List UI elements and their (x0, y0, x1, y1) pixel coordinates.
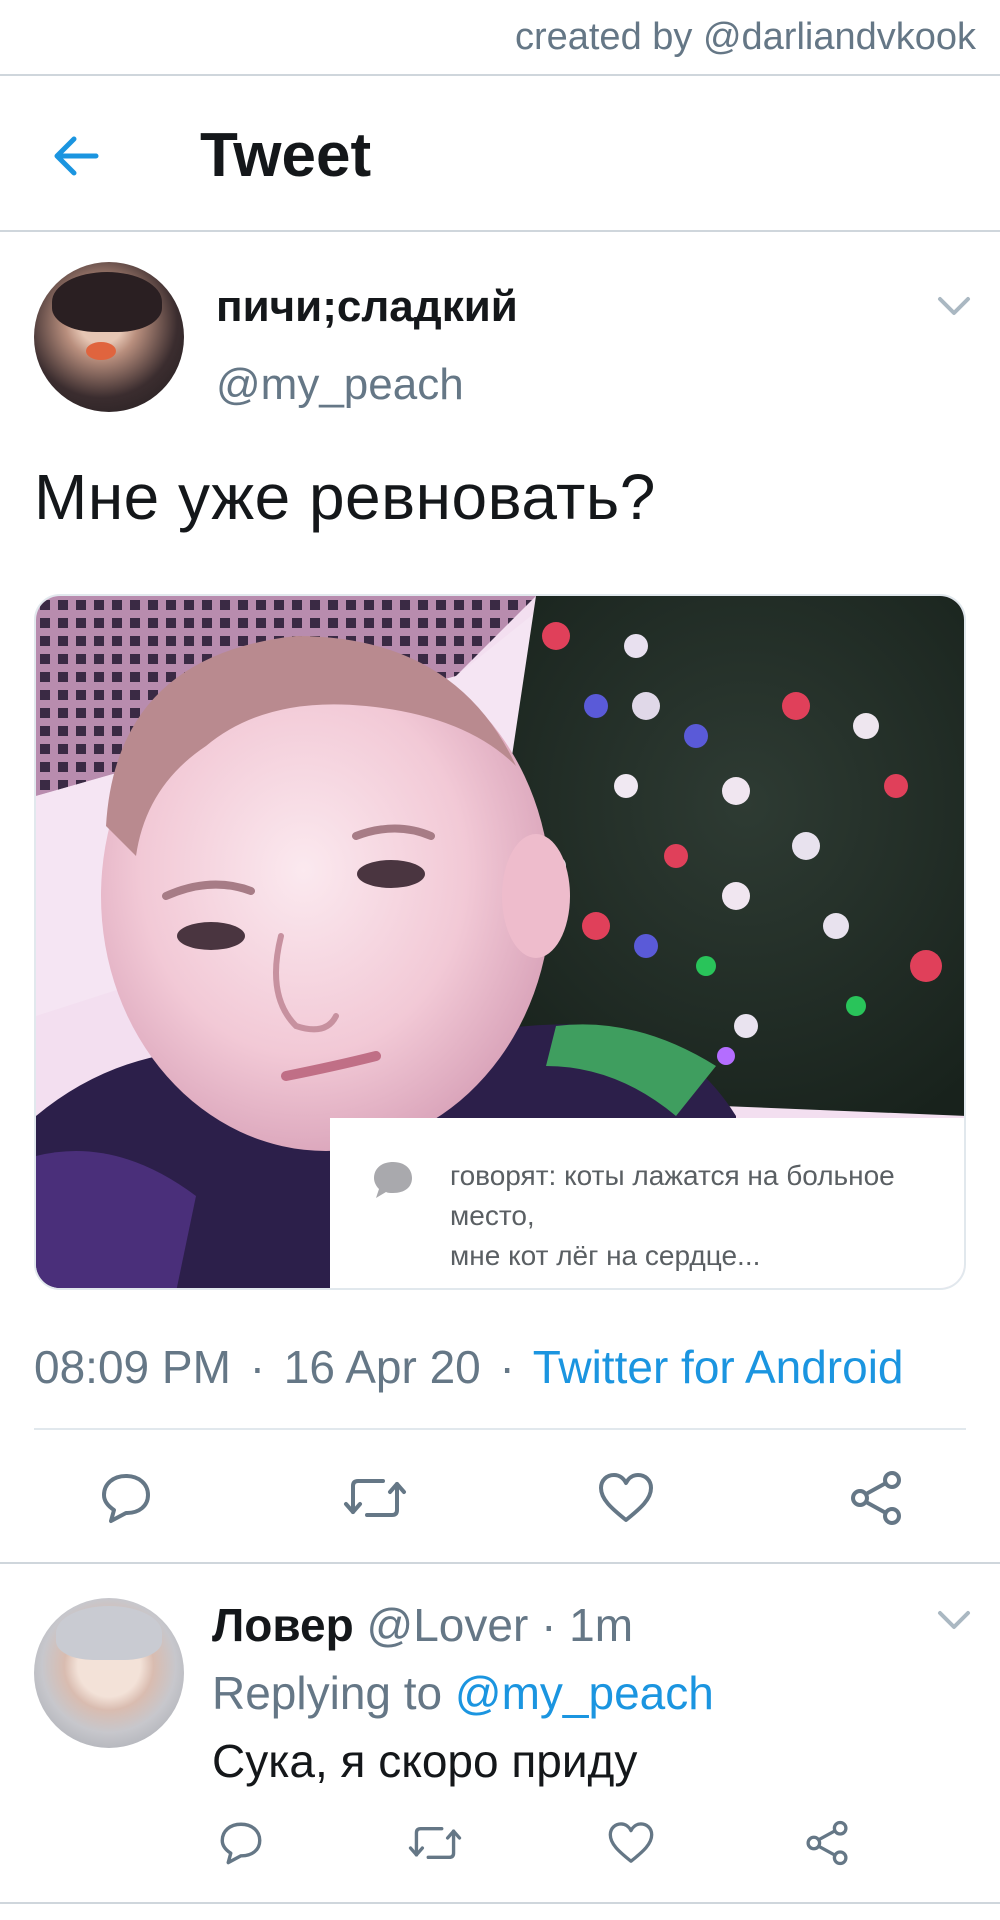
tweet-media-image[interactable]: говорят: коты лажатся на больное место, … (34, 594, 966, 1290)
page-title: Tweet (200, 121, 372, 190)
quote-line: место, (450, 1200, 535, 1231)
reply-text: Сука, я скоро приду (212, 1735, 638, 1787)
tweet-text: Мне уже ревновать? (34, 461, 656, 533)
tweet-time: 08:09 PM (34, 1341, 231, 1393)
credit-bar: created by @darliandvkook (0, 0, 1000, 76)
quote-line: мне кот лёг на сердце... (450, 1240, 761, 1271)
quote-overlay-card: говорят: коты лажатся на больное место, … (330, 1118, 964, 1288)
retweet-icon (408, 1826, 462, 1860)
share-button[interactable] (844, 1466, 908, 1530)
reply-like-button[interactable] (602, 1814, 660, 1872)
chevron-down-icon (938, 297, 970, 315)
reply-handle[interactable]: @Lover (367, 1599, 529, 1651)
chevron-down-icon (938, 1611, 970, 1629)
replying-prefix: Replying to (212, 1667, 443, 1719)
separator-dot: · (499, 1341, 515, 1393)
quote-text: говорят: коты лажатся на больное место, … (450, 1156, 955, 1276)
speech-bubble-icon (370, 1158, 416, 1202)
replying-to: Replying to @my_peach (212, 1666, 714, 1720)
share-icon (851, 1471, 901, 1525)
like-button[interactable] (594, 1466, 658, 1530)
reply-retweet-button[interactable] (404, 1814, 466, 1872)
divider (34, 1428, 966, 1430)
reply-author-avatar[interactable] (34, 1598, 184, 1748)
replying-to-mention[interactable]: @my_peach (455, 1667, 714, 1719)
separator-dot: · (249, 1341, 266, 1393)
tweet-source-link[interactable]: Twitter for Android (533, 1341, 904, 1393)
arrow-left-icon (54, 136, 99, 176)
quote-line: говорят: коты лажатся на больное (450, 1160, 895, 1191)
tweet-metadata: 08:09 PM · 16 Apr 20 · Twitter for Andro… (34, 1340, 904, 1394)
retweet-button[interactable] (340, 1466, 410, 1530)
share-icon (806, 1820, 848, 1866)
like-icon (599, 1473, 653, 1522)
reply-reply-button[interactable] (212, 1814, 270, 1872)
reply-share-button[interactable] (798, 1814, 856, 1872)
author-avatar[interactable] (34, 262, 184, 412)
top-app-bar: Tweet (0, 76, 1000, 232)
reply-icon (220, 1822, 262, 1865)
tweet-options-button[interactable] (930, 286, 978, 326)
reply-time: 1m (569, 1599, 634, 1651)
retweet-icon (344, 1479, 406, 1517)
reply-icon (102, 1474, 150, 1523)
separator-dot: · (541, 1599, 557, 1651)
reply-header: Ловер @Lover · 1m (212, 1598, 633, 1652)
divider (0, 1562, 1000, 1564)
tweet-date: 16 Apr 20 (283, 1341, 481, 1393)
back-button[interactable] (40, 120, 112, 192)
like-icon (608, 1822, 654, 1863)
author-display-name[interactable]: пичи;сладкий (216, 282, 518, 332)
reply-display-name[interactable]: Ловер (212, 1599, 354, 1651)
author-handle[interactable]: @my_peach (216, 360, 464, 410)
tweet-detail-screen: created by @darliandvkook Tweet пичи;сла… (0, 0, 1000, 1920)
reply-options-button[interactable] (930, 1600, 978, 1640)
divider (0, 1902, 1000, 1904)
reply-button[interactable] (94, 1466, 158, 1530)
credit-text: created by @darliandvkook (514, 16, 976, 58)
